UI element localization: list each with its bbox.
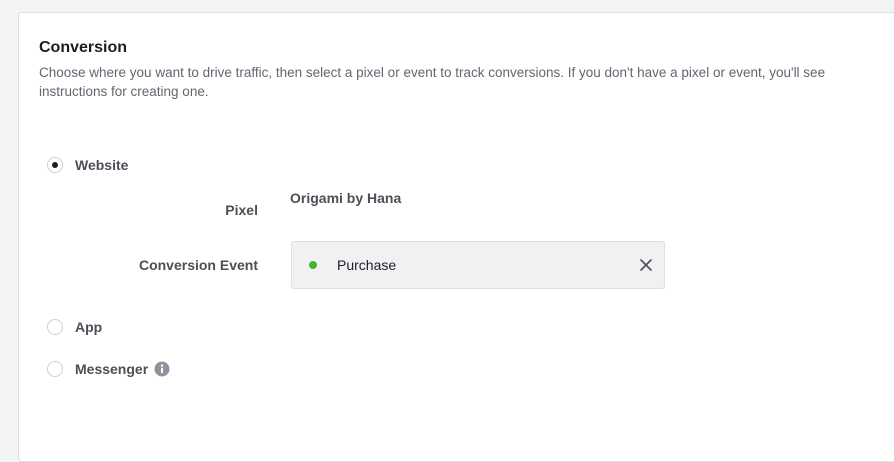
- pixel-value: Origami by Hana: [290, 190, 402, 206]
- close-icon[interactable]: [638, 257, 654, 273]
- app-label: App: [75, 319, 103, 335]
- messenger-label: Messenger: [75, 361, 149, 377]
- conversion-card: Conversion Choose where you want to driv…: [18, 12, 894, 462]
- website-label: Website: [75, 157, 129, 173]
- destination-messenger-option[interactable]: Messenger: [47, 361, 170, 377]
- destination-website-option[interactable]: Website: [47, 157, 128, 173]
- conversion-event-label: Conversion Event: [138, 257, 258, 273]
- section-title: Conversion: [39, 39, 128, 56]
- pixel-label: Pixel: [225, 202, 258, 218]
- messenger-radio[interactable]: [47, 361, 63, 377]
- info-icon[interactable]: [154, 361, 170, 377]
- section-description: Choose where you want to drive traffic, …: [39, 65, 826, 99]
- website-radio[interactable]: [47, 157, 63, 173]
- destination-app-option[interactable]: App: [47, 319, 102, 335]
- conversion-event-value: Purchase: [337, 257, 397, 273]
- status-dot: [309, 261, 317, 269]
- conversion-event-select[interactable]: Purchase: [291, 241, 665, 289]
- app-radio[interactable]: [47, 319, 63, 335]
